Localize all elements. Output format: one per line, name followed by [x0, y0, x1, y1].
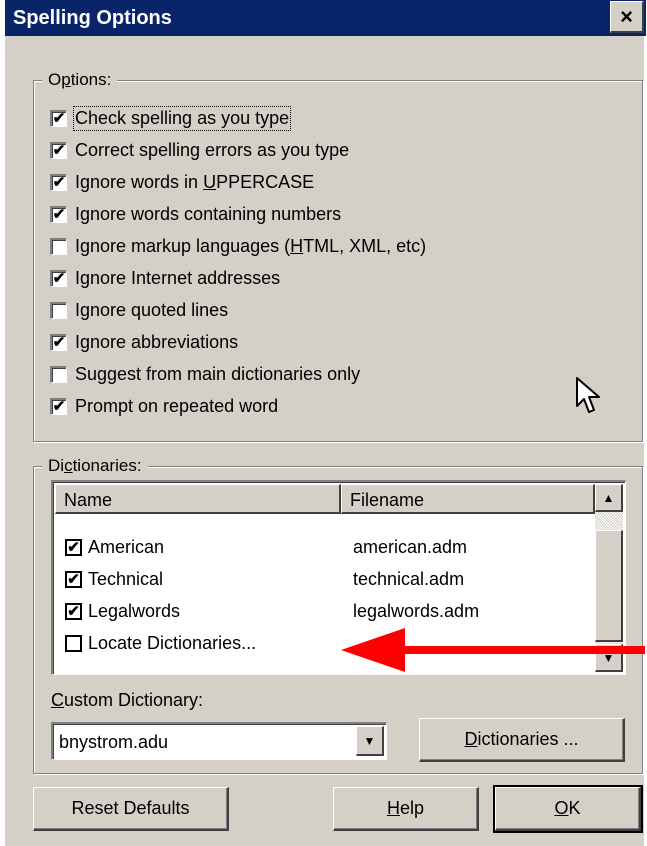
option-label: Check spelling as you type — [72, 105, 292, 131]
combo-dropdown-button[interactable]: ▼ — [356, 726, 384, 756]
custom-dictionary-value: bnystrom.adu — [59, 732, 169, 752]
close-button[interactable]: × — [610, 1, 644, 33]
column-header-filename[interactable]: Filename — [341, 484, 595, 514]
checkbox[interactable]: ✔ — [65, 538, 82, 556]
dictionaries-legend: Dictionaries: — [42, 455, 148, 477]
checkbox[interactable] — [50, 237, 67, 255]
dictionary-row-legalwords[interactable]: ✔ Legalwords legalwords.adm — [65, 598, 595, 624]
option-prompt-repeated[interactable]: ✔ Prompt on repeated word — [50, 393, 278, 419]
mouse-pointer-icon — [576, 377, 600, 413]
checkbox[interactable]: ✔ — [65, 570, 82, 588]
dictionary-name: American — [88, 536, 165, 557]
option-label: Ignore Internet addresses — [75, 267, 281, 288]
scroll-up-button[interactable]: ▲ — [595, 484, 623, 512]
option-ignore-numbers[interactable]: ✔ Ignore words containing numbers — [50, 201, 341, 227]
option-label: Ignore markup languages (HTML, XML, etc) — [75, 235, 427, 256]
close-icon: × — [620, 3, 633, 29]
checkbox[interactable]: ✔ — [50, 333, 67, 351]
dictionary-filename: legalwords.adm — [353, 600, 480, 621]
column-header-name[interactable]: Name — [55, 484, 341, 514]
option-label: Correct spelling errors as you type — [75, 139, 350, 160]
dictionary-name: Legalwords — [88, 600, 181, 621]
checkbox[interactable]: ✔ — [50, 141, 67, 159]
checkbox[interactable]: ✔ — [50, 109, 67, 127]
spelling-options-dialog: Spelling Options × Options: ✔ Check spel… — [3, 0, 646, 846]
custom-dictionary-label: Custom Dictionary: — [51, 690, 204, 710]
option-ignore-internet[interactable]: ✔ Ignore Internet addresses — [50, 265, 280, 291]
dictionary-filename: american.adm — [353, 536, 468, 557]
options-legend: Options: — [42, 69, 118, 91]
triangle-up-icon: ▲ — [602, 490, 615, 505]
checkbox[interactable] — [50, 301, 67, 319]
help-button[interactable]: Help — [333, 787, 479, 831]
red-arrow-annotation — [341, 628, 645, 672]
option-label: Ignore words containing numbers — [75, 203, 342, 224]
help-button-label: Help — [386, 798, 425, 818]
checkbox[interactable]: ✔ — [65, 602, 82, 620]
option-ignore-uppercase[interactable]: ✔ Ignore words in UPPERCASE — [50, 169, 314, 195]
checkbox[interactable]: ✔ — [50, 269, 67, 287]
window-title: Spelling Options — [13, 7, 172, 29]
ok-button[interactable]: OK — [493, 785, 643, 833]
checkbox[interactable] — [65, 634, 82, 652]
title-bar[interactable]: Spelling Options × — [5, 0, 646, 36]
option-label: Suggest from main dictionaries only — [75, 363, 361, 384]
checkbox[interactable]: ✔ — [50, 173, 67, 191]
option-ignore-markup[interactable]: Ignore markup languages (HTML, XML, etc) — [50, 233, 426, 259]
dictionary-filename: technical.adm — [353, 568, 465, 589]
option-label: Prompt on repeated word — [75, 395, 279, 416]
custom-dictionary-combo[interactable]: bnystrom.adu ▼ — [51, 722, 387, 760]
checkbox[interactable]: ✔ — [50, 205, 67, 223]
option-check-spelling[interactable]: ✔ Check spelling as you type — [50, 105, 292, 131]
dictionary-name: Technical — [88, 568, 164, 589]
checkbox[interactable]: ✔ — [50, 397, 67, 415]
dictionaries-button-label: Dictionaries ... — [464, 729, 579, 749]
reset-defaults-button[interactable]: Reset Defaults — [33, 787, 229, 831]
option-label: Ignore quoted lines — [75, 299, 229, 320]
dictionaries-button[interactable]: Dictionaries ... — [419, 718, 625, 762]
dictionary-name: Locate Dictionaries... — [88, 632, 257, 653]
ok-button-label: OK — [554, 798, 581, 818]
option-ignore-quoted[interactable]: Ignore quoted lines — [50, 297, 228, 323]
option-correct-errors[interactable]: ✔ Correct spelling errors as you type — [50, 137, 349, 163]
option-suggest-main[interactable]: Suggest from main dictionaries only — [50, 361, 360, 387]
checkbox[interactable] — [50, 365, 67, 383]
chevron-down-icon: ▼ — [363, 733, 376, 748]
option-label: Ignore words in UPPERCASE — [75, 171, 315, 192]
options-group: Options: ✔ Check spelling as you type ✔ … — [33, 69, 643, 442]
dictionary-row-technical[interactable]: ✔ Technical technical.adm — [65, 566, 595, 592]
option-label: Ignore abbreviations — [75, 331, 239, 352]
dictionary-row-american[interactable]: ✔ American american.adm — [65, 534, 595, 560]
option-ignore-abbreviations[interactable]: ✔ Ignore abbreviations — [50, 329, 238, 355]
